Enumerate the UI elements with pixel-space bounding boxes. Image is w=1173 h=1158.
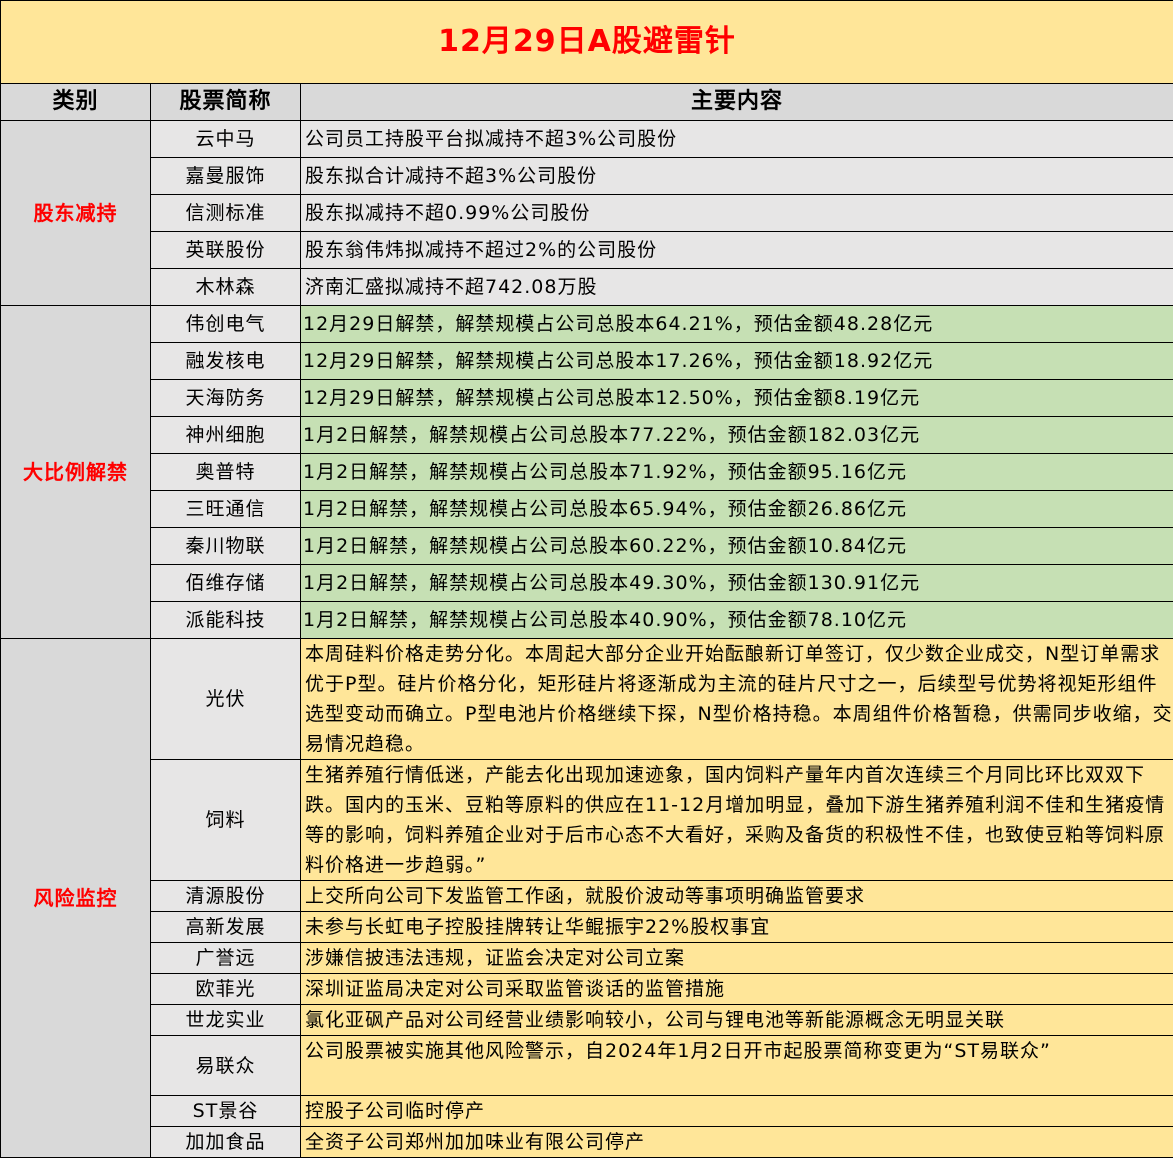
table-row: 世龙实业氯化亚砜产品对公司经营业绩影响较小，公司与锂电池等新能源概念无明显关联 xyxy=(1,1005,1173,1036)
stock-name: 秦川物联 xyxy=(151,528,301,565)
category-cell: 风险监控 xyxy=(1,639,151,1158)
table-row: 高新发展未参与长虹电子控股挂牌转让华鲲振宇22%股权事宜 xyxy=(1,912,1173,943)
table-row: 神州细胞1月2日解禁，解禁规模占公司总股本77.22%，预估金额182.03亿元 xyxy=(1,417,1173,454)
content-cell: 12月29日解禁，解禁规模占公司总股本64.21%，预估金额48.28亿元 xyxy=(301,306,1173,343)
page-title: 12月29日A股避雷针 xyxy=(1,1,1173,84)
stock-name: 嘉曼服饰 xyxy=(151,158,301,195)
table-row: 欧菲光深圳证监局决定对公司采取监管谈话的监管措施 xyxy=(1,974,1173,1005)
stock-name: 广誉远 xyxy=(151,943,301,974)
table-row: 嘉曼服饰股东拟合计减持不超3%公司股份 xyxy=(1,158,1173,195)
table-row: ST景谷控股子公司临时停产 xyxy=(1,1096,1173,1127)
stock-name: 饲料 xyxy=(151,760,301,881)
table-row: 英联股份股东翁伟炜拟减持不超过2%的公司股份 xyxy=(1,232,1173,269)
stock-name: 欧菲光 xyxy=(151,974,301,1005)
content-cell: 本周硅料价格走势分化。本周起大部分企业开始酝酿新订单签订，仅少数企业成交，N型订… xyxy=(301,639,1173,760)
category-cell: 股东减持 xyxy=(1,121,151,306)
stock-name: 加加食品 xyxy=(151,1127,301,1158)
content-cell: 1月2日解禁，解禁规模占公司总股本77.22%，预估金额182.03亿元 xyxy=(301,417,1173,454)
table-row: 加加食品全资子公司郑州加加味业有限公司停产 xyxy=(1,1127,1173,1158)
stock-name: 神州细胞 xyxy=(151,417,301,454)
stock-name: 派能科技 xyxy=(151,602,301,639)
table-row: 奥普特1月2日解禁，解禁规模占公司总股本71.92%，预估金额95.16亿元 xyxy=(1,454,1173,491)
table-row: 大比例解禁伟创电气12月29日解禁，解禁规模占公司总股本64.21%，预估金额4… xyxy=(1,306,1173,343)
table-row: 饲料生猪养殖行情低迷，产能去化出现加速迹象，国内饲料产量年内首次连续三个月同比环… xyxy=(1,760,1173,881)
stock-name: 英联股份 xyxy=(151,232,301,269)
table-row: 天海防务12月29日解禁，解禁规模占公司总股本12.50%，预估金额8.19亿元 xyxy=(1,380,1173,417)
table-row: 木林森济南汇盛拟减持不超742.08万股 xyxy=(1,269,1173,306)
content-cell: 股东翁伟炜拟减持不超过2%的公司股份 xyxy=(301,232,1173,269)
stock-name: ST景谷 xyxy=(151,1096,301,1127)
table-row: 佰维存储1月2日解禁，解禁规模占公司总股本49.30%，预估金额130.91亿元 xyxy=(1,565,1173,602)
header-name: 股票简称 xyxy=(151,84,301,121)
stock-name: 易联众 xyxy=(151,1036,301,1096)
table-row: 融发核电12月29日解禁，解禁规模占公司总股本17.26%，预估金额18.92亿… xyxy=(1,343,1173,380)
header-category: 类别 xyxy=(1,84,151,121)
content-cell: 12月29日解禁，解禁规模占公司总股本17.26%，预估金额18.92亿元 xyxy=(301,343,1173,380)
table-row: 信测标准股东拟减持不超0.99%公司股份 xyxy=(1,195,1173,232)
stock-name: 伟创电气 xyxy=(151,306,301,343)
content-cell: 股东拟合计减持不超3%公司股份 xyxy=(301,158,1173,195)
content-cell: 全资子公司郑州加加味业有限公司停产 xyxy=(301,1127,1173,1158)
content-cell: 1月2日解禁，解禁规模占公司总股本65.94%，预估金额26.86亿元 xyxy=(301,491,1173,528)
table-row: 广誉远涉嫌信披违法违规，证监会决定对公司立案 xyxy=(1,943,1173,974)
content-cell: 济南汇盛拟减持不超742.08万股 xyxy=(301,269,1173,306)
content-cell: 深圳证监局决定对公司采取监管谈话的监管措施 xyxy=(301,974,1173,1005)
table-row: 易联众公司股票被实施其他风险警示，自2024年1月2日开市起股票简称变更为“ST… xyxy=(1,1036,1173,1096)
content-cell: 公司股票被实施其他风险警示，自2024年1月2日开市起股票简称变更为“ST易联众… xyxy=(301,1036,1173,1096)
content-cell: 公司员工持股平台拟减持不超3%公司股份 xyxy=(301,121,1173,158)
stock-name: 融发核电 xyxy=(151,343,301,380)
content-cell: 生猪养殖行情低迷，产能去化出现加速迹象，国内饲料产量年内首次连续三个月同比环比双… xyxy=(301,760,1173,881)
stock-name: 云中马 xyxy=(151,121,301,158)
content-cell: 12月29日解禁，解禁规模占公司总股本12.50%，预估金额8.19亿元 xyxy=(301,380,1173,417)
table-row: 股东减持云中马公司员工持股平台拟减持不超3%公司股份 xyxy=(1,121,1173,158)
stock-name: 世龙实业 xyxy=(151,1005,301,1036)
content-cell: 1月2日解禁，解禁规模占公司总股本49.30%，预估金额130.91亿元 xyxy=(301,565,1173,602)
table-row: 秦川物联1月2日解禁，解禁规模占公司总股本60.22%，预估金额10.84亿元 xyxy=(1,528,1173,565)
stock-name: 高新发展 xyxy=(151,912,301,943)
content-cell: 1月2日解禁，解禁规模占公司总股本60.22%，预估金额10.84亿元 xyxy=(301,528,1173,565)
table-row: 派能科技1月2日解禁，解禁规模占公司总股本40.90%，预估金额78.10亿元 xyxy=(1,602,1173,639)
content-cell: 股东拟减持不超0.99%公司股份 xyxy=(301,195,1173,232)
risk-table: 12月29日A股避雷针 类别 股票简称 主要内容 股东减持云中马公司员工持股平台… xyxy=(0,0,1173,1158)
stock-name: 信测标准 xyxy=(151,195,301,232)
table-row: 风险监控光伏本周硅料价格走势分化。本周起大部分企业开始酝酿新订单签订，仅少数企业… xyxy=(1,639,1173,760)
content-cell: 涉嫌信披违法违规，证监会决定对公司立案 xyxy=(301,943,1173,974)
content-cell: 1月2日解禁，解禁规模占公司总股本40.90%，预估金额78.10亿元 xyxy=(301,602,1173,639)
content-cell: 上交所向公司下发监管工作函，就股价波动等事项明确监管要求 xyxy=(301,881,1173,912)
stock-name: 清源股份 xyxy=(151,881,301,912)
stock-name: 三旺通信 xyxy=(151,491,301,528)
content-cell: 未参与长虹电子控股挂牌转让华鲲振宇22%股权事宜 xyxy=(301,912,1173,943)
category-cell: 大比例解禁 xyxy=(1,306,151,639)
content-cell: 氯化亚砜产品对公司经营业绩影响较小，公司与锂电池等新能源概念无明显关联 xyxy=(301,1005,1173,1036)
header-content: 主要内容 xyxy=(301,84,1173,121)
stock-name: 木林森 xyxy=(151,269,301,306)
stock-name: 光伏 xyxy=(151,639,301,760)
content-cell: 控股子公司临时停产 xyxy=(301,1096,1173,1127)
content-cell: 1月2日解禁，解禁规模占公司总股本71.92%，预估金额95.16亿元 xyxy=(301,454,1173,491)
stock-name: 佰维存储 xyxy=(151,565,301,602)
table-row: 清源股份上交所向公司下发监管工作函，就股价波动等事项明确监管要求 xyxy=(1,881,1173,912)
stock-name: 天海防务 xyxy=(151,380,301,417)
table-row: 三旺通信1月2日解禁，解禁规模占公司总股本65.94%，预估金额26.86亿元 xyxy=(1,491,1173,528)
stock-name: 奥普特 xyxy=(151,454,301,491)
